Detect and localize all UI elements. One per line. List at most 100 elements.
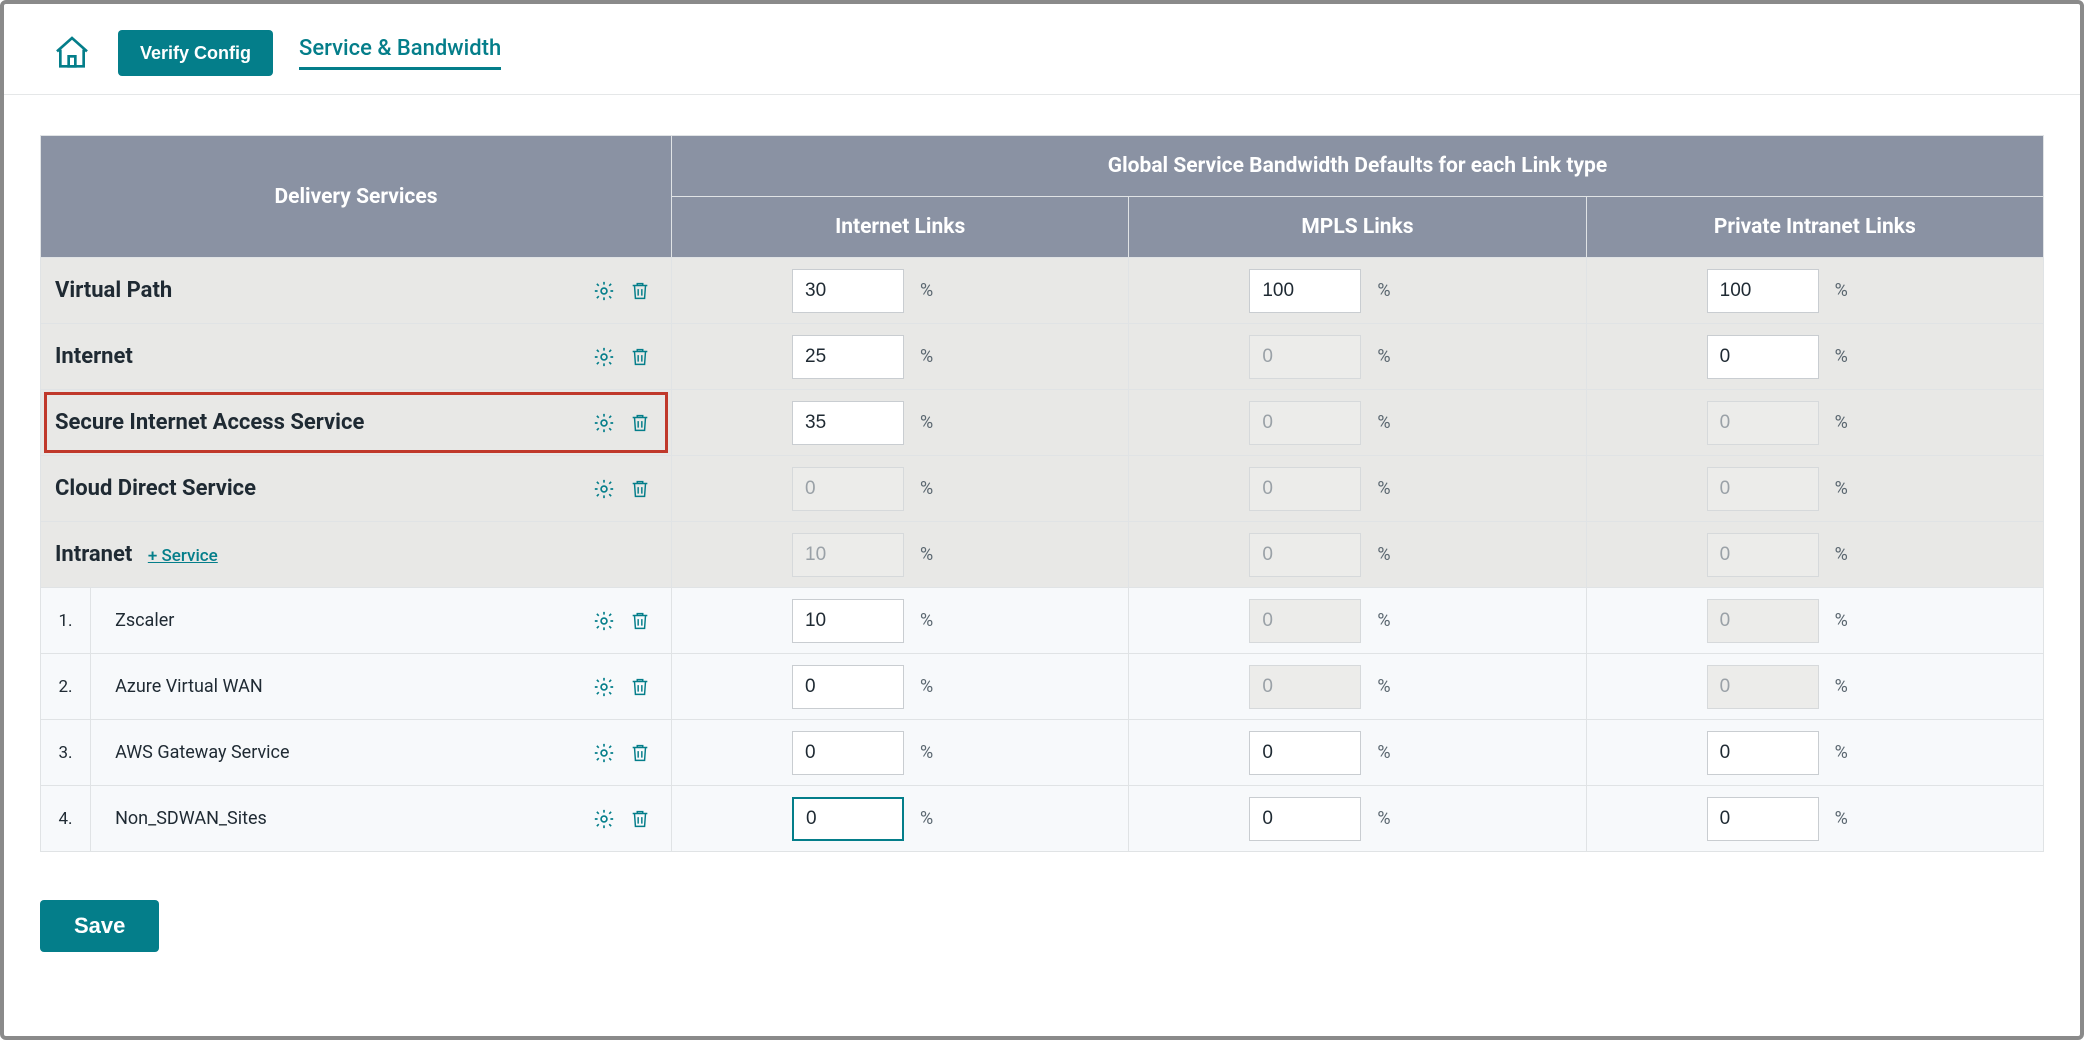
inet-mpls-input — [1249, 335, 1361, 379]
service-label: Secure Internet Access Service — [55, 410, 364, 435]
highlight-box: Secure Internet Access Service — [41, 390, 671, 455]
sub3-mpls-input[interactable] — [1249, 731, 1361, 775]
gear-icon[interactable] — [591, 608, 617, 634]
gear-icon[interactable] — [591, 674, 617, 700]
percent-label: % — [920, 346, 933, 367]
percent-label: % — [920, 280, 933, 301]
service-label: Cloud Direct Service — [55, 476, 256, 501]
service-label: Azure Virtual WAN — [115, 676, 263, 697]
add-service-link[interactable]: + Service — [148, 546, 218, 566]
sub2-private-input — [1707, 665, 1819, 709]
row-azure-vwan: 2. Azure Virtual WAN % % % — [41, 654, 2044, 720]
sub4-internet-input[interactable] — [792, 797, 904, 841]
row-index: 1. — [41, 588, 91, 654]
percent-label: % — [1377, 346, 1390, 367]
header-delivery-services: Delivery Services — [41, 136, 672, 258]
vpath-mpls-input[interactable] — [1249, 269, 1361, 313]
vpath-private-input[interactable] — [1707, 269, 1819, 313]
percent-label: % — [920, 610, 933, 631]
save-button[interactable]: Save — [40, 900, 159, 952]
header-mpls-links: MPLS Links — [1129, 197, 1586, 258]
sub3-internet-input[interactable] — [792, 731, 904, 775]
sub4-mpls-input[interactable] — [1249, 797, 1361, 841]
trash-icon[interactable] — [627, 740, 653, 766]
sub3-private-input[interactable] — [1707, 731, 1819, 775]
percent-label: % — [1377, 676, 1390, 697]
sub1-internet-input[interactable] — [792, 599, 904, 643]
percent-label: % — [1377, 610, 1390, 631]
percent-label: % — [920, 742, 933, 763]
row-index: 4. — [41, 786, 91, 852]
row-index: 2. — [41, 654, 91, 720]
percent-label: % — [1835, 346, 1848, 367]
percent-label: % — [1377, 808, 1390, 829]
percent-label: % — [1377, 412, 1390, 433]
sub2-internet-input[interactable] — [792, 665, 904, 709]
vpath-internet-input[interactable] — [792, 269, 904, 313]
intra-internet-input — [792, 533, 904, 577]
gear-icon[interactable] — [591, 344, 617, 370]
percent-label: % — [920, 412, 933, 433]
service-label: Intranet — [55, 542, 132, 567]
gear-icon[interactable] — [591, 476, 617, 502]
row-index: 3. — [41, 720, 91, 786]
sias-mpls-input — [1249, 401, 1361, 445]
percent-label: % — [1377, 478, 1390, 499]
percent-label: % — [1377, 742, 1390, 763]
cds-internet-input — [792, 467, 904, 511]
header-global-defaults: Global Service Bandwidth Defaults for ea… — [672, 136, 2044, 197]
row-cloud-direct: Cloud Direct Service % % % — [41, 456, 2044, 522]
sias-private-input — [1707, 401, 1819, 445]
intra-private-input — [1707, 533, 1819, 577]
bandwidth-table: Delivery Services Global Service Bandwid… — [40, 135, 2044, 588]
verify-config-button[interactable]: Verify Config — [118, 30, 273, 76]
percent-label: % — [1835, 610, 1848, 631]
percent-label: % — [1835, 478, 1848, 499]
sub1-mpls-input — [1249, 599, 1361, 643]
gear-icon[interactable] — [591, 410, 617, 436]
trash-icon[interactable] — [627, 476, 653, 502]
cds-mpls-input — [1249, 467, 1361, 511]
percent-label: % — [920, 808, 933, 829]
trash-icon[interactable] — [627, 608, 653, 634]
percent-label: % — [1835, 544, 1848, 565]
cds-private-input — [1707, 467, 1819, 511]
header-internet-links: Internet Links — [672, 197, 1129, 258]
top-bar: Verify Config Service & Bandwidth — [4, 4, 2080, 95]
trash-icon[interactable] — [627, 674, 653, 700]
gear-icon[interactable] — [591, 740, 617, 766]
trash-icon[interactable] — [627, 344, 653, 370]
row-aws-gateway: 3. AWS Gateway Service % % % — [41, 720, 2044, 786]
gear-icon[interactable] — [591, 278, 617, 304]
percent-label: % — [1377, 544, 1390, 565]
intranet-sub-table: 1. Zscaler % % % 2. — [40, 587, 2044, 852]
trash-icon[interactable] — [627, 410, 653, 436]
percent-label: % — [920, 676, 933, 697]
inet-private-input[interactable] — [1707, 335, 1819, 379]
row-non-sdwan-sites: 4. Non_SDWAN_Sites % % % — [41, 786, 2044, 852]
percent-label: % — [1835, 808, 1848, 829]
tab-service-bandwidth[interactable]: Service & Bandwidth — [299, 36, 501, 70]
sias-internet-input[interactable] — [792, 401, 904, 445]
sub4-private-input[interactable] — [1707, 797, 1819, 841]
row-zscaler: 1. Zscaler % % % — [41, 588, 2044, 654]
intra-mpls-input — [1249, 533, 1361, 577]
percent-label: % — [1835, 742, 1848, 763]
percent-label: % — [920, 544, 933, 565]
row-intranet: Intranet + Service % % % — [41, 522, 2044, 588]
gear-icon[interactable] — [591, 806, 617, 832]
row-secure-internet-access: Secure Internet Access Service % % % — [41, 390, 2044, 456]
sub2-mpls-input — [1249, 665, 1361, 709]
percent-label: % — [1835, 412, 1848, 433]
percent-label: % — [1377, 280, 1390, 301]
service-label: Zscaler — [115, 610, 174, 631]
inet-internet-input[interactable] — [792, 335, 904, 379]
trash-icon[interactable] — [627, 278, 653, 304]
trash-icon[interactable] — [627, 806, 653, 832]
row-internet: Internet % % % — [41, 324, 2044, 390]
home-icon[interactable] — [52, 33, 92, 73]
row-virtual-path: Virtual Path % % % — [41, 258, 2044, 324]
percent-label: % — [1835, 676, 1848, 697]
percent-label: % — [920, 478, 933, 499]
service-label: Internet — [55, 344, 133, 369]
